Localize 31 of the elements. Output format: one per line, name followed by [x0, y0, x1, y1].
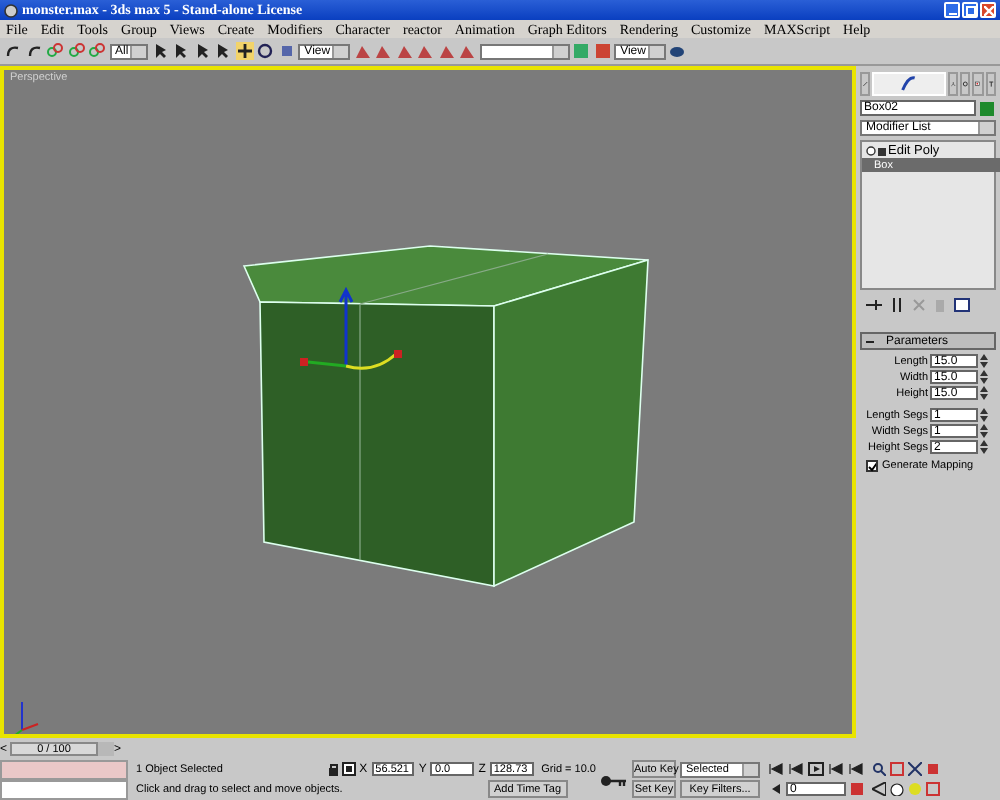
- pin-icon[interactable]: [866, 298, 882, 312]
- zoom-icon[interactable]: [872, 762, 886, 776]
- collapse-icon: [866, 337, 874, 345]
- maximize-button[interactable]: [962, 2, 978, 18]
- move-gizmo: [300, 286, 402, 370]
- motion-tab[interactable]: [960, 72, 971, 96]
- bulb-icon[interactable]: [866, 146, 876, 156]
- key-mode-icon[interactable]: [768, 782, 782, 796]
- maximize-icon: [965, 5, 975, 15]
- named-selection-dropdown[interactable]: [479, 43, 570, 59]
- close-button[interactable]: [980, 2, 996, 18]
- minimize-button[interactable]: [944, 2, 960, 18]
- move-tool-icon[interactable]: [235, 42, 254, 60]
- play-icon[interactable]: [808, 762, 824, 776]
- checkbox[interactable]: [866, 460, 878, 472]
- maxscript-field[interactable]: [0, 780, 128, 800]
- playback-icon[interactable]: [848, 762, 864, 776]
- zoom-extents-icon[interactable]: [908, 762, 922, 776]
- expand-icon[interactable]: [878, 147, 886, 155]
- close-icon: [983, 5, 993, 15]
- key-icon[interactable]: [600, 773, 628, 787]
- show-end-result-icon[interactable]: [890, 298, 904, 312]
- playback-icon[interactable]: [828, 762, 844, 776]
- rotate-tool-icon[interactable]: [256, 42, 275, 60]
- object-color-swatch[interactable]: [980, 101, 994, 115]
- playback-icon[interactable]: [788, 762, 804, 776]
- modify-tab[interactable]: [872, 72, 946, 96]
- playback-icon[interactable]: [768, 762, 784, 776]
- display-tab[interactable]: [972, 72, 984, 96]
- axis-tripod: [13, 701, 39, 734]
- lock-icon[interactable]: [328, 762, 339, 776]
